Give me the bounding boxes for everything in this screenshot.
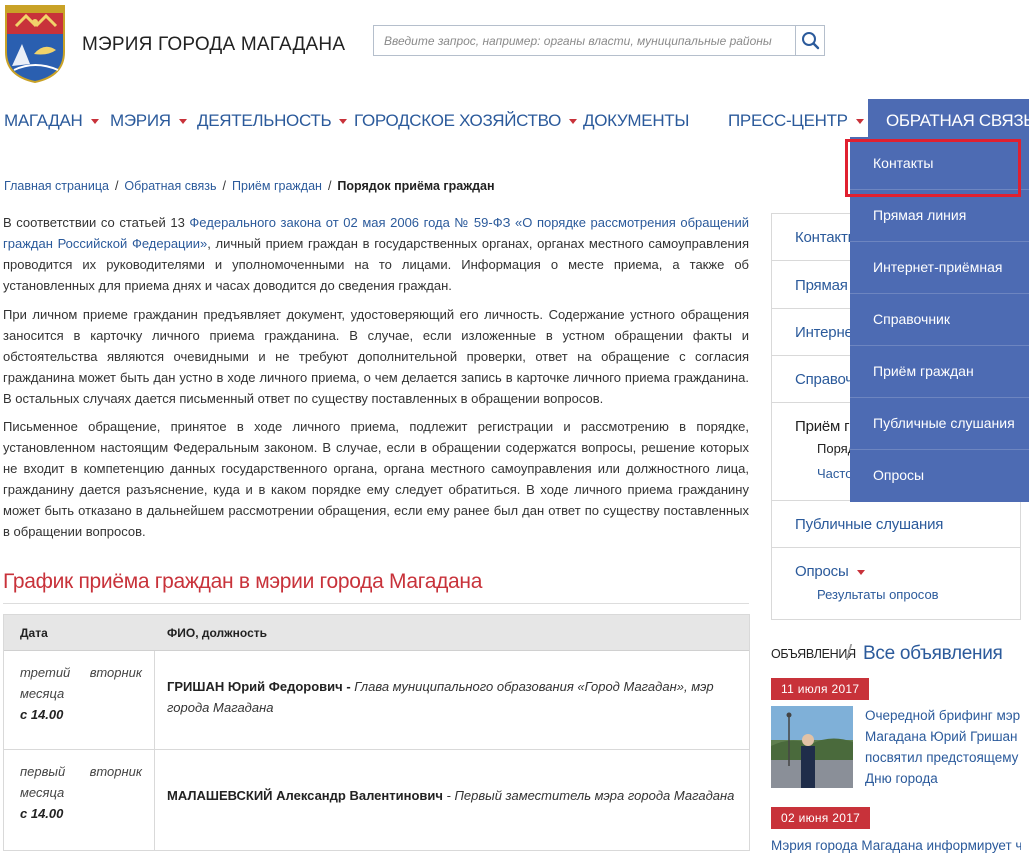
row-date: первый вторник месяца с 14.00 xyxy=(20,761,142,824)
nav-deyatelnost[interactable]: ДЕЯТЕЛЬНОСТЬ xyxy=(197,99,348,143)
breadcrumb-separator: / xyxy=(222,179,227,193)
sidebar-item-oprosy[interactable]: Опросы Результаты опросов xyxy=(772,548,1020,619)
caret-down-icon xyxy=(569,119,578,125)
dropdown-item-internet-priemnaya[interactable]: Интернет-приёмная xyxy=(850,241,1029,293)
highlight-box xyxy=(845,139,1021,197)
header-date: Дата xyxy=(20,626,48,640)
paragraph-3: Письменное обращение, принятое в ходе ли… xyxy=(3,419,749,539)
sidebar-item-publichnye-slushaniya[interactable]: Публичные слушания xyxy=(772,501,1020,548)
nav-magadan[interactable]: МАГАДАН xyxy=(4,99,99,143)
header-fio: ФИО, должность xyxy=(167,626,267,640)
caret-down-icon xyxy=(855,119,864,125)
news-date-badge: 11 июля 2017 xyxy=(771,678,870,700)
breadcrumb-separator: / xyxy=(327,179,332,193)
city-coat-of-arms-logo[interactable] xyxy=(4,4,66,84)
table-header: Дата ФИО, должность xyxy=(4,615,749,651)
caret-down-icon xyxy=(178,119,187,125)
row-time: с 14.00 xyxy=(20,707,64,722)
caret-down-icon xyxy=(339,119,348,125)
magnifier-icon xyxy=(802,32,820,50)
site-title[interactable]: МЭРИЯ ГОРОДА МАГАДАНА xyxy=(82,34,345,56)
schedule-table: Дата ФИО, должность третий вторник месяц… xyxy=(3,614,750,851)
search-input[interactable] xyxy=(373,25,795,56)
breadcrumb-separator: / xyxy=(114,179,119,193)
nav-press-centr[interactable]: ПРЕСС-ЦЕНТР xyxy=(728,99,864,143)
nav-gorodskoe-hozyaistvo[interactable]: ГОРОДСКОЕ ХОЗЯЙСТВО xyxy=(354,99,578,143)
search-form xyxy=(373,25,825,56)
all-announcements-link[interactable]: Все объявления xyxy=(863,643,1003,665)
news-photo[interactable] xyxy=(771,706,853,788)
announcements-slash: / xyxy=(846,640,853,665)
row-fio: МАЛАШЕВСКИЙ Александр Валентинович - Пер… xyxy=(167,788,735,803)
news-title-link[interactable]: Очередной брифинг мэр Магадана Юрий Гриш… xyxy=(865,705,1025,789)
breadcrumb-priem-grazhdan[interactable]: Приём граждан xyxy=(232,179,322,193)
column-divider xyxy=(154,750,155,850)
dropdown-item-priem-grazhdan[interactable]: Приём граждан xyxy=(850,345,1029,397)
breadcrumb: Главная страница / Обратная связь / Приём гр… xyxy=(4,179,495,193)
table-row: первый вторник месяца с 14.00 МАЛАШЕВСКИ… xyxy=(4,750,749,850)
announcements-label: ОБЪЯВЛЕНИЯ xyxy=(771,647,856,661)
breadcrumb-obratnaya-svyaz[interactable]: Обратная связь xyxy=(124,179,216,193)
divider xyxy=(3,603,749,604)
nav-dokumenty[interactable]: ДОКУМЕНТЫ xyxy=(583,99,689,143)
breadcrumb-current: Порядок приёма граждан xyxy=(337,179,495,193)
paragraph-2: При личном приеме гражданин предъявляет … xyxy=(3,307,749,406)
row-date: третий вторник месяца с 14.00 xyxy=(20,662,142,725)
dropdown-item-publichnye-slushaniya[interactable]: Публичные слушания xyxy=(850,397,1029,449)
paragraph-1: В соответствии со статьей 13 Федеральног… xyxy=(3,215,749,293)
news-date-badge: 02 июня 2017 xyxy=(771,807,871,829)
column-divider xyxy=(154,651,155,749)
sidebar-sub-rezultaty-oprosov[interactable]: Результаты опросов xyxy=(817,587,939,602)
caret-down-icon xyxy=(90,119,99,125)
row-fio: ГРИШАН Юрий Федорович - Глава муниципаль… xyxy=(167,679,714,715)
row-time: с 14.00 xyxy=(20,806,64,821)
nav-meriya[interactable]: МЭРИЯ xyxy=(110,99,187,143)
schedule-title: График приёма граждан в мэрии города Маг… xyxy=(3,570,483,593)
search-button[interactable] xyxy=(795,25,825,56)
dropdown-item-oprosy[interactable]: Опросы xyxy=(850,449,1029,501)
breadcrumb-home[interactable]: Главная страница xyxy=(4,179,109,193)
table-row: третий вторник месяца с 14.00 ГРИШАН Юри… xyxy=(4,651,749,750)
caret-down-icon xyxy=(856,569,865,575)
news-title-link[interactable]: Мэрия города Магадана информирует что xyxy=(771,835,1021,856)
dropdown-item-spravochnik[interactable]: Справочник xyxy=(850,293,1029,345)
